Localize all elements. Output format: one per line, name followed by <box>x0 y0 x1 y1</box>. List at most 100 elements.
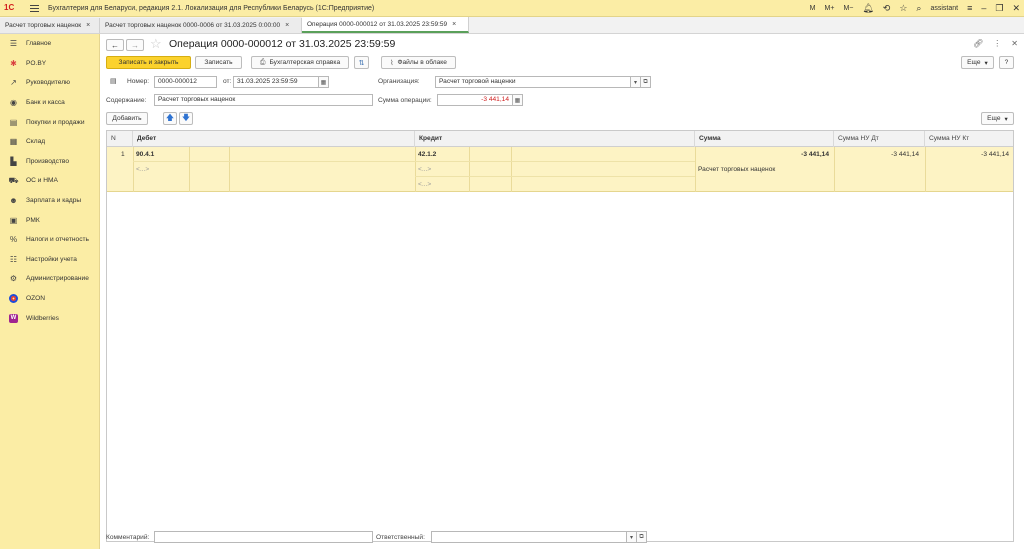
sidebar-item-taxes[interactable]: % Налоги и отчетность <box>0 230 99 250</box>
save-and-close-button[interactable]: Записать и закрыть <box>106 56 191 69</box>
cashier-icon: ▣ <box>9 215 18 225</box>
column-credit[interactable]: Кредит <box>415 131 695 147</box>
bank-icon: ◉ <box>10 98 17 108</box>
more-vertical-icon[interactable]: ⋮ <box>993 39 1001 48</box>
accounting-report-button[interactable]: ⎙ Бухгалтерская справка <box>251 56 349 69</box>
chart-icon: ↗ <box>10 78 17 88</box>
sidebar-item-production[interactable]: ▙ Производство <box>0 152 99 172</box>
add-row-button[interactable]: Добавить <box>106 112 148 125</box>
date-label: от: <box>223 78 232 85</box>
history-icon[interactable]: ⟲ <box>883 4 891 13</box>
responsible-label: Ответственный: <box>376 534 425 541</box>
credit-subconto-2[interactable]: <...> <box>418 181 431 188</box>
sum-nu-dt-value[interactable]: -3 441,14 <box>837 151 919 158</box>
sidebar-item-sales[interactable]: ▤ Покупки и продажи <box>0 112 99 132</box>
responsible-field[interactable] <box>431 531 627 543</box>
content-field[interactable]: Расчет торговых наценок <box>154 94 373 106</box>
sum-nu-kt-value[interactable]: -3 441,14 <box>927 151 1009 158</box>
search-icon[interactable]: ⌕ <box>916 4 921 13</box>
column-sum-nu-kt[interactable]: Сумма НУ Кт <box>925 131 1013 147</box>
sidebar-item-poby[interactable]: ✱ PO.BY <box>0 54 99 74</box>
column-debit[interactable]: Дебет <box>133 131 415 147</box>
open-link-icon[interactable]: ⧉ <box>641 76 651 88</box>
sum-value[interactable]: -3 441,14 <box>707 151 829 158</box>
cart-icon: ▤ <box>9 117 18 127</box>
sidebar-item-wildberries[interactable]: W Wildberries <box>0 308 99 328</box>
calculator-icon[interactable]: ▦ <box>513 94 523 106</box>
gear-icon: ⚙ <box>9 274 18 284</box>
memory-m-button[interactable]: M <box>810 5 816 12</box>
user-name[interactable]: assistant <box>930 5 958 12</box>
back-button[interactable]: ← <box>106 39 124 51</box>
favorite-star-icon[interactable]: ☆ <box>150 36 162 52</box>
sidebar-item-bank[interactable]: ◉ Банк и касса <box>0 93 99 113</box>
sidebar-item-accounting-settings[interactable]: ☷ Настройки учета <box>0 250 99 270</box>
title-bar: 1С Бухгалтерия для Беларуси, редакция 2.… <box>0 0 1024 17</box>
app-logo: 1С <box>4 3 15 12</box>
comment-label: Комментарий: <box>106 534 150 541</box>
table-more-button[interactable]: Еще ▾ <box>981 112 1014 125</box>
list-icon: ☰ <box>9 39 18 49</box>
sidebar-item-label: Администрирование <box>26 275 89 283</box>
credit-subconto-1[interactable]: <...> <box>418 166 431 173</box>
sidebar-item-assets[interactable]: ⛟ ОС и НМА <box>0 171 99 191</box>
operation-sum-field[interactable]: -3 441,14 <box>437 94 513 106</box>
minimize-icon[interactable]: – <box>981 4 986 13</box>
document-form: ← → ☆ Операция 0000-000012 от 31.03.2025… <box>101 34 1024 549</box>
memory-minus-button[interactable]: M− <box>843 5 853 12</box>
move-up-button[interactable]: 🡅 <box>163 112 177 125</box>
column-n[interactable]: N <box>107 131 133 147</box>
menu-icon[interactable] <box>30 4 39 12</box>
app-title: Бухгалтерия для Беларуси, редакция 2.1. … <box>48 4 375 12</box>
sun-icon: ✱ <box>10 58 17 68</box>
close-icon[interactable]: ✕ <box>1012 4 1020 13</box>
help-button[interactable]: ? <box>999 56 1014 69</box>
entry-description[interactable]: Расчет торговых наценок <box>698 166 775 173</box>
star-icon[interactable]: ☆ <box>899 4 907 13</box>
sidebar-item-admin[interactable]: ⚙ Администрирование <box>0 269 99 289</box>
chevron-down-icon[interactable]: ▾ <box>631 76 641 88</box>
move-down-button[interactable]: 🡇 <box>179 112 193 125</box>
cloud-files-button[interactable]: ⌇ Файлы в облаке <box>381 56 456 69</box>
sidebar-item-label: PO.BY <box>26 59 47 67</box>
more-button[interactable]: Еще ▾ <box>961 56 994 69</box>
forward-button[interactable]: → <box>126 39 144 51</box>
bell-icon[interactable]: 🔔︎ <box>862 4 873 13</box>
date-field[interactable]: 31.03.2025 23:59:59 <box>233 76 319 88</box>
organization-field[interactable]: Расчет торговой наценки <box>435 76 631 88</box>
debit-account[interactable]: 90.4.1 <box>136 151 154 158</box>
sidebar-item-warehouse[interactable]: ▦ Склад <box>0 132 99 152</box>
column-sum-nu-dt[interactable]: Сумма НУ Дт <box>834 131 925 147</box>
save-button[interactable]: Записать <box>195 56 242 69</box>
tab-markup-calc-doc[interactable]: Расчет торговых наценок 0000-0006 от 31.… <box>100 18 302 33</box>
settings-menu-icon[interactable]: ≡ <box>967 4 972 13</box>
tab-markup-calc-list[interactable]: Расчет торговых наценок × <box>0 18 100 33</box>
column-sum[interactable]: Сумма <box>695 131 834 147</box>
chevron-down-icon[interactable]: ▾ <box>627 531 637 543</box>
close-tab-icon[interactable]: × <box>452 21 456 28</box>
memory-plus-button[interactable]: M+ <box>825 5 835 12</box>
chevron-down-icon: ▾ <box>984 59 988 67</box>
entries-table[interactable]: N Дебет Кредит Сумма Сумма НУ Дт Сумма Н… <box>106 130 1014 542</box>
sidebar-item-manager[interactable]: ↗ Руководителю <box>0 73 99 93</box>
button-label: Файлы в облаке <box>397 59 447 66</box>
close-tab-icon[interactable]: × <box>285 22 289 29</box>
sidebar-item-salary[interactable]: ☻ Зарплата и кадры <box>0 191 99 211</box>
tab-operation[interactable]: Операция 0000-000012 от 31.03.2025 23:59… <box>302 17 469 33</box>
restore-icon[interactable]: ❐ <box>995 4 1003 13</box>
calendar-icon[interactable]: ▦ <box>319 76 329 88</box>
open-link-icon[interactable]: ⧉ <box>637 531 647 543</box>
arrow-down-icon: 🡇 <box>181 112 191 122</box>
sidebar-item-ozon[interactable]: OZON <box>0 289 99 309</box>
number-field[interactable]: 0000-000012 <box>154 76 217 88</box>
credit-account[interactable]: 42.1.2 <box>418 151 436 158</box>
sidebar-item-rmk[interactable]: ▣ РМК <box>0 210 99 230</box>
close-tab-icon[interactable]: × <box>86 22 90 29</box>
comment-field[interactable] <box>154 531 373 543</box>
arrow-right-icon: → <box>131 40 139 50</box>
debit-subconto[interactable]: <...> <box>136 166 149 173</box>
link-icon[interactable]: 🔗︎ <box>973 39 983 48</box>
dt-kt-button[interactable]: ⇅ <box>354 56 369 69</box>
close-form-icon[interactable]: ✕ <box>1011 39 1018 48</box>
sidebar-item-main[interactable]: ☰ Главное <box>0 34 99 54</box>
